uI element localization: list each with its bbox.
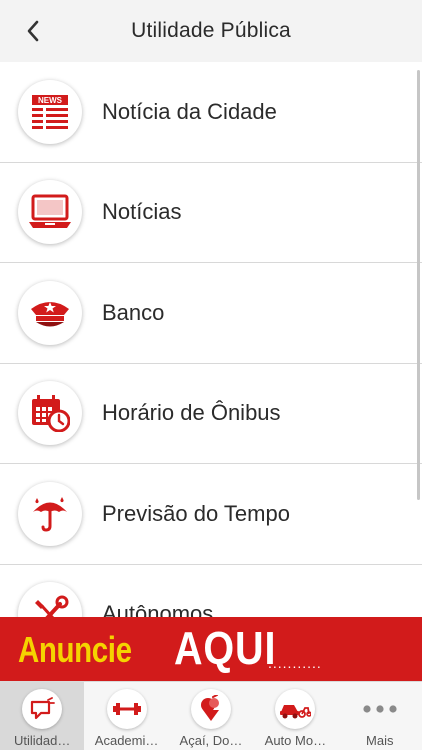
list-item-noticias[interactable]: Notícias [0, 163, 422, 263]
tab-mais[interactable]: Mais [338, 682, 422, 750]
news-icon: NEWS [18, 79, 82, 144]
advertise-banner[interactable]: Anuncie AQUI ........... [0, 617, 422, 681]
list-item-label: Previsão do Tempo [102, 500, 290, 526]
tab-label: Utilidad… [14, 733, 71, 748]
list-item-label: Notícias [102, 199, 182, 225]
banner-text-aqui: AQUI [174, 622, 277, 674]
tools-icon [18, 582, 82, 617]
category-list: NEWS Notícia da Cidade Notícias Banco Ho… [0, 62, 422, 617]
list-item-noticia-da-cidade[interactable]: NEWS Notícia da Cidade [0, 62, 422, 163]
banner-text-anuncie: Anuncie [18, 629, 132, 670]
tab-academias[interactable]: Academi… [84, 682, 168, 750]
dumbbell-icon [106, 689, 147, 729]
tab-bar: Utilidad… Academi… Açaí, Do… Auto Mo… Ma… [0, 681, 422, 750]
navigation-header: Utilidade Pública [0, 0, 422, 62]
laptop-icon [18, 180, 82, 245]
list-item-banco[interactable]: Banco [0, 263, 422, 364]
car-moto-icon [275, 689, 316, 729]
tab-label: Mais [366, 733, 394, 748]
more-dots-icon [360, 689, 400, 729]
list-item-horario-de-onibus[interactable]: Horário de Ônibus [0, 364, 422, 464]
ice-cream-icon [190, 689, 231, 729]
back-button[interactable] [18, 16, 48, 46]
list-item-label: Notícia da Cidade [102, 98, 277, 124]
banner-dots: ........... [268, 655, 322, 671]
megaphone-icon [22, 689, 63, 729]
list-item-label: Banco [102, 299, 165, 325]
list-item-previsao-do-tempo[interactable]: Previsão do Tempo [0, 464, 422, 565]
tab-acai-doces[interactable]: Açaí, Do… [169, 682, 253, 750]
police-cap-icon [18, 280, 82, 345]
scroll-indicator[interactable] [417, 70, 420, 500]
list-item-autonomos[interactable]: Autônomos [0, 565, 422, 617]
list-item-label: Autônomos [102, 601, 214, 617]
tab-auto-motos[interactable]: Auto Mo… [253, 682, 337, 750]
page-title: Utilidade Pública [131, 19, 291, 42]
tab-utilidade-publica[interactable]: Utilidad… [0, 682, 85, 750]
chevron-left-icon [27, 20, 39, 42]
tab-label: Açaí, Do… [179, 733, 243, 748]
tab-label: Academi… [94, 733, 159, 748]
umbrella-rain-icon [18, 481, 82, 546]
list-item-label: Horário de Ônibus [102, 400, 281, 426]
tab-label: Auto Mo… [264, 733, 327, 748]
calendar-clock-icon [18, 381, 82, 446]
svg-text:NEWS: NEWS [38, 96, 63, 105]
